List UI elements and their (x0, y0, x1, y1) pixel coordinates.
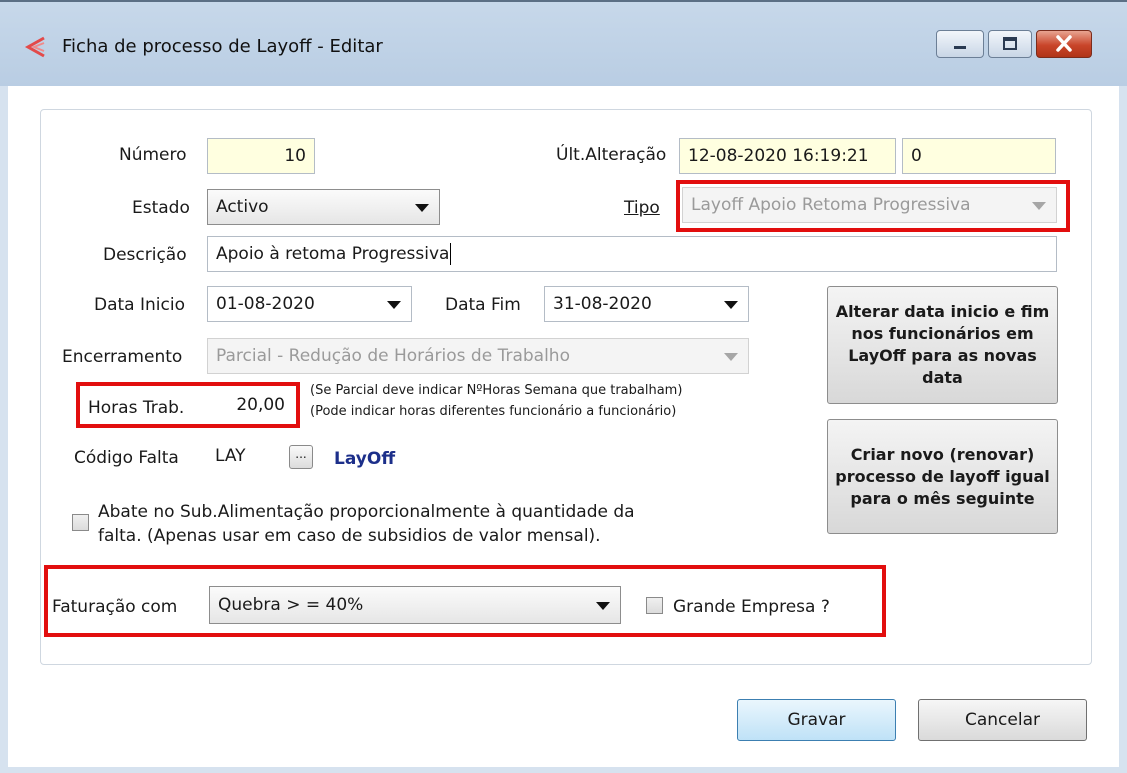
encerramento-select[interactable]: Parcial - Redução de Horários de Trabalh… (207, 338, 749, 374)
dialog-window: Ficha de processo de Layoff - Editar Núm… (0, 0, 1127, 773)
grande-empresa-checkbox[interactable] (646, 597, 663, 614)
abate-label-line-2: falta. (Apenas usar em caso de subsidios… (98, 526, 601, 546)
estado-value: Activo (216, 197, 269, 217)
data-inicio-picker[interactable]: 01-08-2020 (207, 286, 412, 322)
ellipsis-icon: ... (295, 447, 307, 461)
chevron-down-icon (415, 204, 429, 212)
faturacao-select[interactable]: Quebra > = 40% (209, 586, 621, 624)
window-title: Ficha de processo de Layoff - Editar (62, 36, 383, 57)
horas-note-2: (Pode indicar horas diferentes funcionár… (310, 404, 677, 419)
data-fim-picker[interactable]: 31-08-2020 (544, 286, 749, 322)
horas-note-1: (Se Parcial deve indicar NºHoras Semana … (310, 383, 683, 398)
tipo-label[interactable]: Tipo (624, 198, 660, 218)
estado-select[interactable]: Activo (207, 189, 440, 225)
cancelar-button[interactable]: Cancelar (918, 699, 1087, 741)
ult-alteracao-label: Últ.Alteração (556, 145, 667, 165)
encerramento-value: Parcial - Redução de Horários de Trabalh… (216, 346, 570, 366)
descricao-label: Descrição (103, 245, 187, 265)
abate-label: Abate no Sub.Alimentação proporcionalmen… (98, 500, 635, 548)
codigo-falta-label: Código Falta (74, 448, 179, 468)
faturacao-label: Faturação com (52, 597, 178, 617)
abate-label-line-1: Abate no Sub.Alimentação proporcionalmen… (98, 502, 635, 522)
ult-alteracao-extra-field[interactable]: 0 (902, 138, 1056, 174)
numero-field[interactable]: 10 (207, 138, 315, 174)
close-button[interactable] (1036, 30, 1092, 58)
gravar-button[interactable]: Gravar (737, 699, 896, 741)
chevron-down-icon (387, 301, 401, 309)
horas-highlight-box (76, 382, 300, 428)
text-cursor (450, 243, 452, 265)
title-bar[interactable]: Ficha de processo de Layoff - Editar (0, 2, 1127, 86)
tipo-highlight-box (676, 180, 1070, 232)
estado-label: Estado (132, 198, 190, 218)
codigo-falta-lookup-button[interactable]: ... (289, 445, 313, 469)
descricao-field[interactable]: Apoio à retoma Progressiva (207, 236, 1057, 272)
data-inicio-value: 01-08-2020 (216, 294, 315, 314)
chevron-down-icon (724, 301, 738, 309)
alterar-datas-button[interactable]: Alterar data inicio e fim nos funcionári… (827, 286, 1058, 404)
faturacao-value: Quebra > = 40% (218, 595, 364, 615)
criar-novo-processo-button[interactable]: Criar novo (renovar) processo de layoff … (827, 419, 1058, 534)
close-icon (1056, 35, 1072, 52)
data-fim-label: Data Fim (445, 295, 521, 315)
maximize-button[interactable] (988, 30, 1032, 58)
descricao-value: Apoio à retoma Progressiva (216, 244, 450, 264)
ult-alteracao-field[interactable]: 12-08-2020 16:19:21 (679, 138, 896, 174)
data-inicio-label: Data Inicio (94, 295, 185, 315)
data-fim-value: 31-08-2020 (553, 294, 652, 314)
abate-checkbox[interactable] (72, 514, 89, 531)
numero-label: Número (119, 145, 187, 165)
app-icon (24, 36, 45, 58)
encerramento-label: Encerramento (62, 347, 183, 367)
minimize-button[interactable] (936, 30, 984, 58)
codigo-falta-description: LayOff (334, 449, 396, 469)
grande-empresa-label: Grande Empresa ? (673, 597, 830, 617)
minimize-icon (954, 46, 966, 49)
maximize-icon (1003, 37, 1017, 50)
chevron-down-icon (596, 602, 610, 610)
codigo-falta-field[interactable]: LAY (207, 439, 287, 475)
chevron-down-icon (724, 353, 738, 361)
